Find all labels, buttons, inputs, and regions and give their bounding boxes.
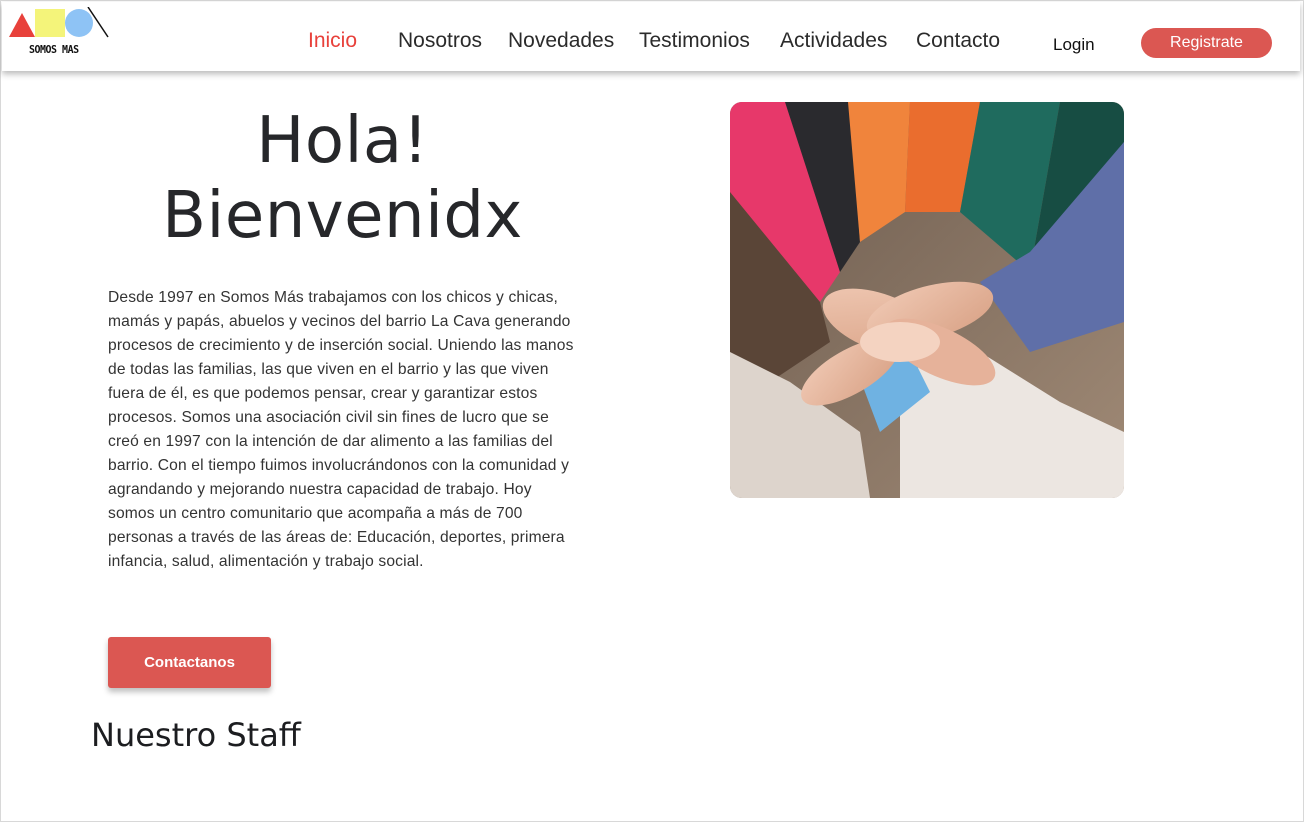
- site-header: SOMOS MAS Inicio Nosotros Novedades Test…: [2, 2, 1300, 71]
- hands-together-photo: [730, 102, 1124, 498]
- hero-title-line-2: Bienvenidx: [162, 179, 523, 253]
- login-link[interactable]: Login: [1053, 35, 1095, 55]
- nav-link-testimonios[interactable]: Testimonios: [639, 29, 750, 53]
- logo-text: SOMOS MAS: [29, 43, 79, 56]
- staff-section-title: Nuestro Staff: [91, 716, 301, 754]
- hero-title: Hola! Bienvenidx: [110, 104, 575, 254]
- nav-link-novedades[interactable]: Novedades: [508, 29, 614, 53]
- hero-description: Desde 1997 en Somos Más trabajamos con l…: [108, 289, 574, 570]
- nav-link-contacto[interactable]: Contacto: [916, 29, 1000, 53]
- register-button[interactable]: Registrate: [1141, 28, 1272, 58]
- contact-button[interactable]: Contactanos: [108, 637, 271, 688]
- hero-hands-image: [730, 102, 1124, 498]
- nav-link-inicio[interactable]: Inicio: [308, 29, 357, 53]
- somos-mas-logo[interactable]: SOMOS MAS: [7, 6, 111, 57]
- nav-link-actividades[interactable]: Actividades: [780, 29, 887, 53]
- hero-title-line-1: Hola!: [256, 104, 429, 178]
- nav-link-nosotros[interactable]: Nosotros: [398, 29, 482, 53]
